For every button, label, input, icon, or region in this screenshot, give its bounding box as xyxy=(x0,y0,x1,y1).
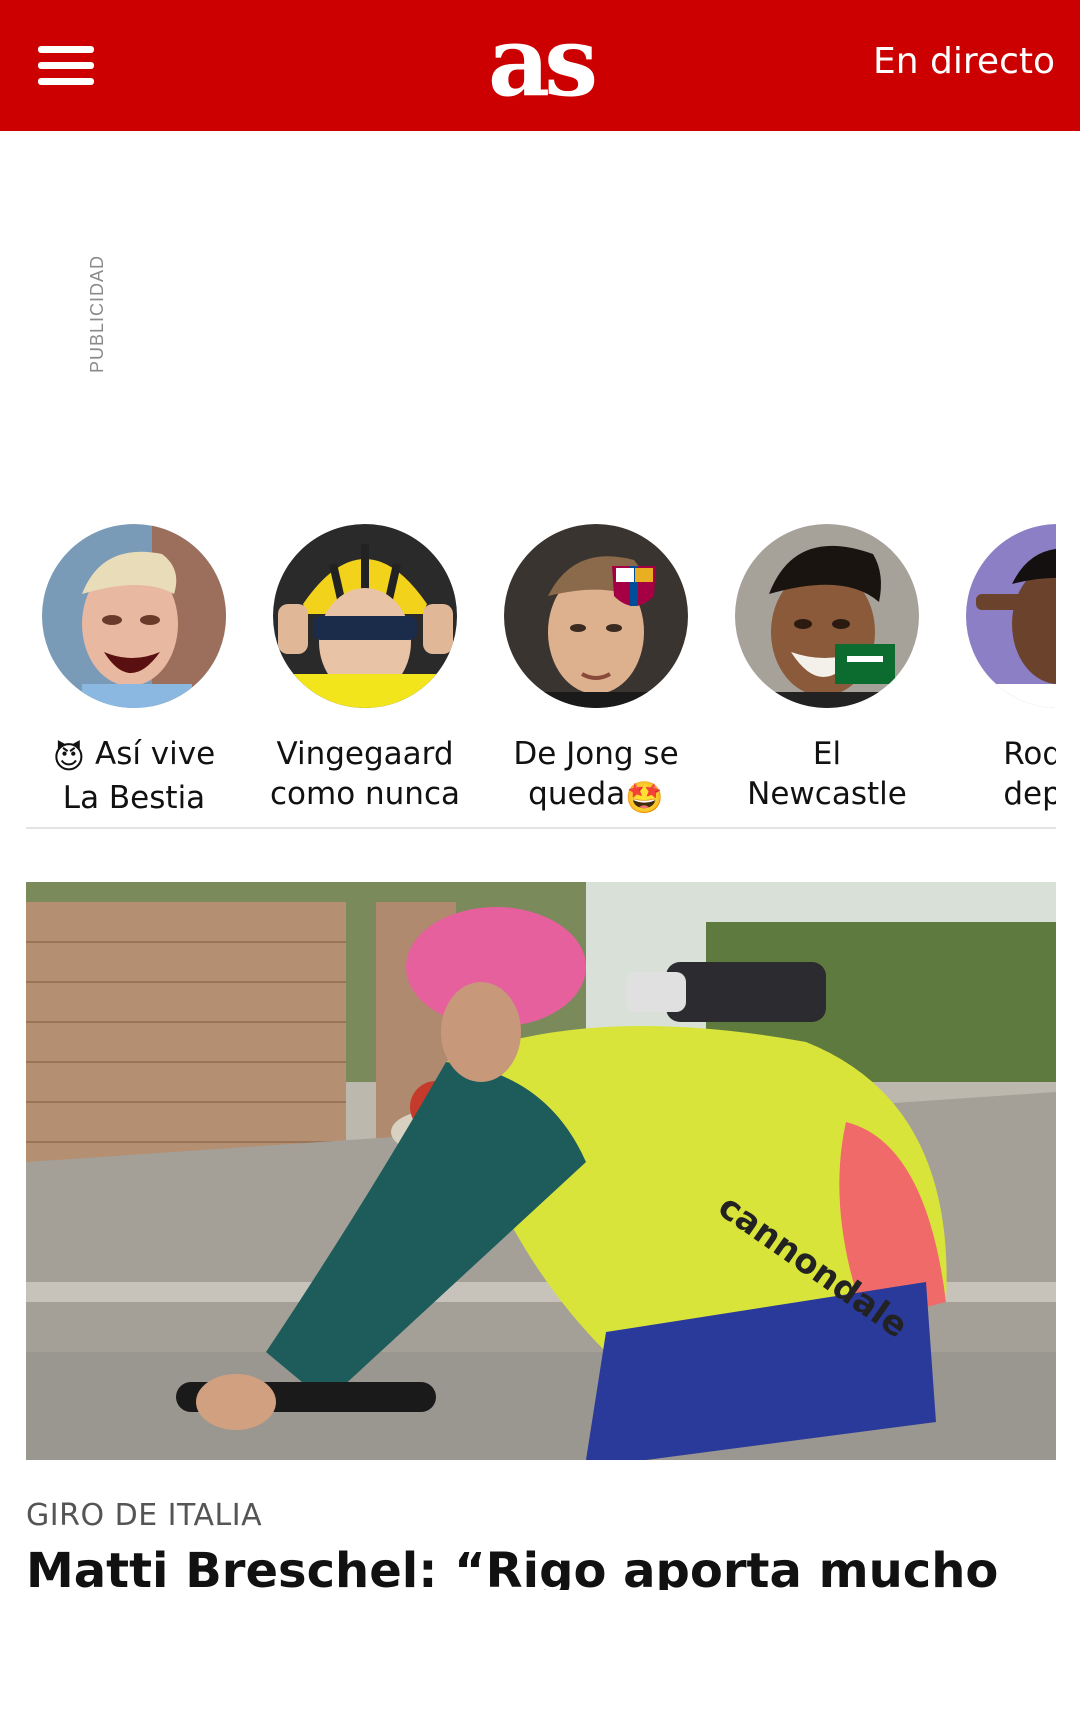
story-label-line2: como nunca xyxy=(269,776,460,812)
stories-carousel[interactable]: 😈 Así vive La Bestia Vingegaard como nun… xyxy=(26,524,1056,829)
story-item[interactable]: Rodryg depred xyxy=(950,524,1056,814)
story-label-line1: De Jong se xyxy=(513,736,679,772)
menu-bar-icon xyxy=(38,62,94,69)
story-label-line2: Newcastle xyxy=(747,776,907,812)
story-label-line1: El xyxy=(812,736,842,772)
ad-label: PUBLICIDAD xyxy=(87,254,107,373)
story-avatar xyxy=(735,524,919,708)
live-link[interactable]: En directo xyxy=(873,40,1055,84)
story-item[interactable]: De Jong se queda🤩 xyxy=(488,524,704,818)
top-header: as En directo xyxy=(0,0,1080,131)
story-item[interactable]: 😈 Así vive La Bestia xyxy=(26,524,242,818)
story-avatar xyxy=(273,524,457,708)
story-avatar xyxy=(966,524,1056,708)
story-label-line2: queda xyxy=(528,776,626,812)
story-label-line1: Vingegaard xyxy=(276,736,454,772)
star-struck-emoji-icon: 🤩 xyxy=(625,780,664,816)
story-label-line1: Rodryg xyxy=(1003,736,1056,772)
story-label-line2: La Bestia xyxy=(62,780,206,816)
story-avatar xyxy=(42,524,226,708)
article-hero-image[interactable]: cannondale xyxy=(26,882,1056,1460)
story-label-line2: depred xyxy=(1003,776,1056,812)
menu-bar-icon xyxy=(38,46,94,53)
story-avatar xyxy=(504,524,688,708)
story-item[interactable]: Vingegaard como nunca xyxy=(257,524,473,814)
ad-placeholder xyxy=(0,131,1080,501)
hamburger-menu-button[interactable] xyxy=(30,38,94,94)
article-section-link[interactable]: GIRO DE ITALIA xyxy=(26,1498,262,1533)
as-logo[interactable]: as xyxy=(472,14,608,114)
story-label-line1: Así vive xyxy=(94,736,216,772)
article-headline[interactable]: Matti Breschel: “Rigo aporta mucho xyxy=(26,1540,1056,1590)
devil-emoji-icon: 😈 xyxy=(52,740,86,776)
story-item[interactable]: El Newcastle xyxy=(719,524,935,814)
menu-bar-icon xyxy=(38,78,94,85)
